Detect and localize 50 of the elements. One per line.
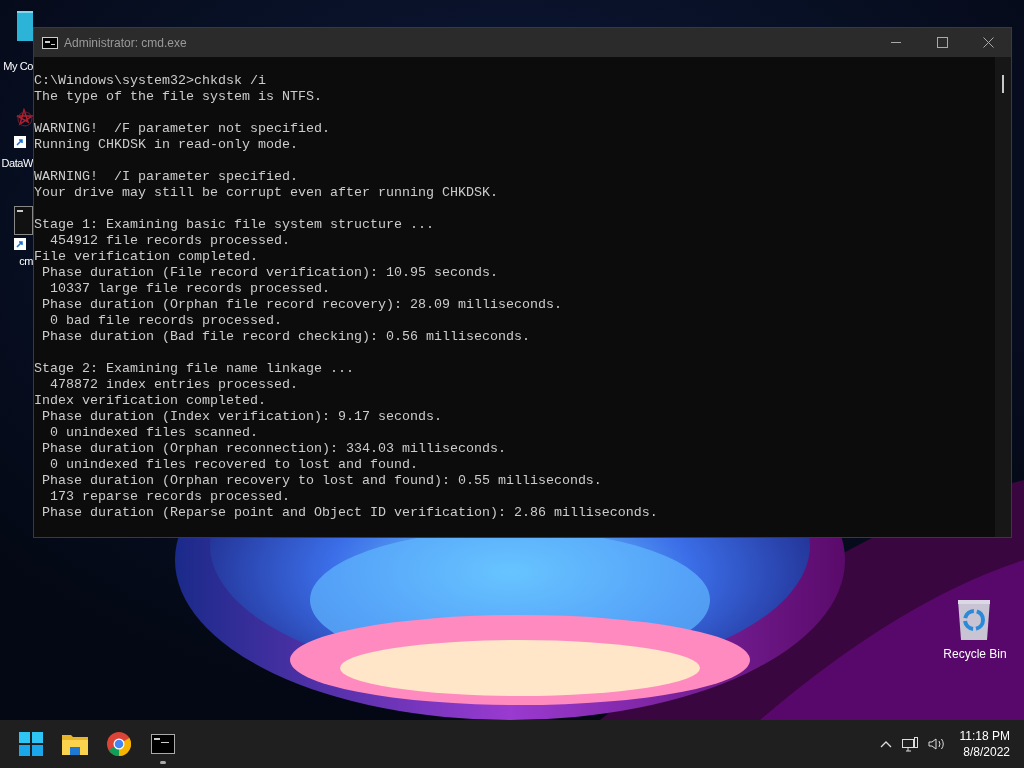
windows-logo-icon: [19, 732, 43, 756]
console-line: WARNING! /F parameter not specified.: [34, 121, 331, 137]
shortcut-star-icon[interactable]: [14, 108, 33, 148]
desktop-icon-label[interactable]: My Co: [3, 58, 33, 74]
speaker-icon[interactable]: [927, 737, 946, 751]
console-line: Phase duration (Bad file record checking): 0.56 milliseconds.: [41, 329, 531, 345]
console-line: 173 reparse records processed.: [49, 489, 291, 505]
desktop-icon-label[interactable]: DataW: [1, 155, 33, 171]
console-line: 0 unindexed files recovered to lost and found.: [49, 457, 419, 473]
console-line: Phase duration (Reparse point and Object ID verification): 2.86 milliseconds.: [41, 505, 659, 521]
recycle-bin-icon[interactable]: [956, 598, 992, 642]
console-line: C:\Windows\system32>chkdsk /i: [34, 73, 267, 89]
desktop-icon-label[interactable]: Recycle Bin: [943, 646, 1007, 662]
desktop-icon-label[interactable]: cm: [19, 253, 33, 269]
chevron-up-icon[interactable]: [879, 740, 892, 748]
close-icon: [982, 37, 994, 48]
console-line: Phase duration (Orphan recovery to lost and found): 0.55 milliseconds.: [41, 473, 603, 489]
console-line: Index verification completed.: [34, 393, 267, 409]
console-line: Phase duration (Orphan file record recovery): 28.09 milliseconds.: [41, 297, 563, 313]
console-line: The type of the file system is NTFS.: [34, 89, 323, 105]
console-line: WARNING! /I parameter specified.: [34, 169, 299, 185]
scrollbar[interactable]: [995, 57, 1011, 537]
console-line: 0 bad file records processed.: [49, 313, 283, 329]
console-icon: [42, 36, 58, 49]
console-line: Stage 1: Examining basic file system structure ...: [34, 217, 435, 233]
console-line: Your drive may still be corrupt even after running CHKDSK.: [34, 185, 499, 201]
running-indicator: [160, 761, 166, 764]
scroll-thumb[interactable]: [1002, 75, 1004, 93]
console-line: File verification completed.: [34, 249, 259, 265]
console-line: Phase duration (Orphan reconnection): 334.03 milliseconds.: [41, 441, 507, 457]
console-line: Stage 2: Examining file name linkage ...: [34, 361, 355, 377]
console-line: 478872 index entries processed.: [49, 377, 299, 393]
folder-icon: [62, 733, 88, 755]
window-title: Administrator: cmd.exe: [64, 34, 187, 52]
console-icon: [151, 734, 175, 754]
minimize-icon: [891, 41, 901, 44]
console-line: 0 unindexed files scanned.: [49, 425, 259, 441]
console-line: 10337 large file records processed.: [49, 281, 331, 297]
maximize-icon: [936, 37, 948, 48]
console-line: Phase duration (File record verification): 10.95 seconds.: [41, 265, 499, 281]
clock[interactable]: 11:18 PM 8/8/2022: [959, 728, 1010, 760]
console-line: Phase duration (Index verification): 9.17 seconds.: [41, 409, 443, 425]
console-line: Running CHKDSK in read-only mode.: [34, 137, 299, 153]
clock-time: 11:18 PM: [959, 728, 1010, 744]
console-shortcut-icon[interactable]: [14, 206, 33, 250]
console-line: 454912 file records processed.: [49, 233, 291, 249]
network-icon[interactable]: [901, 736, 918, 752]
clock-date: 8/8/2022: [963, 744, 1010, 760]
monitor-icon[interactable]: [17, 11, 33, 43]
browser-icon: [107, 732, 131, 756]
